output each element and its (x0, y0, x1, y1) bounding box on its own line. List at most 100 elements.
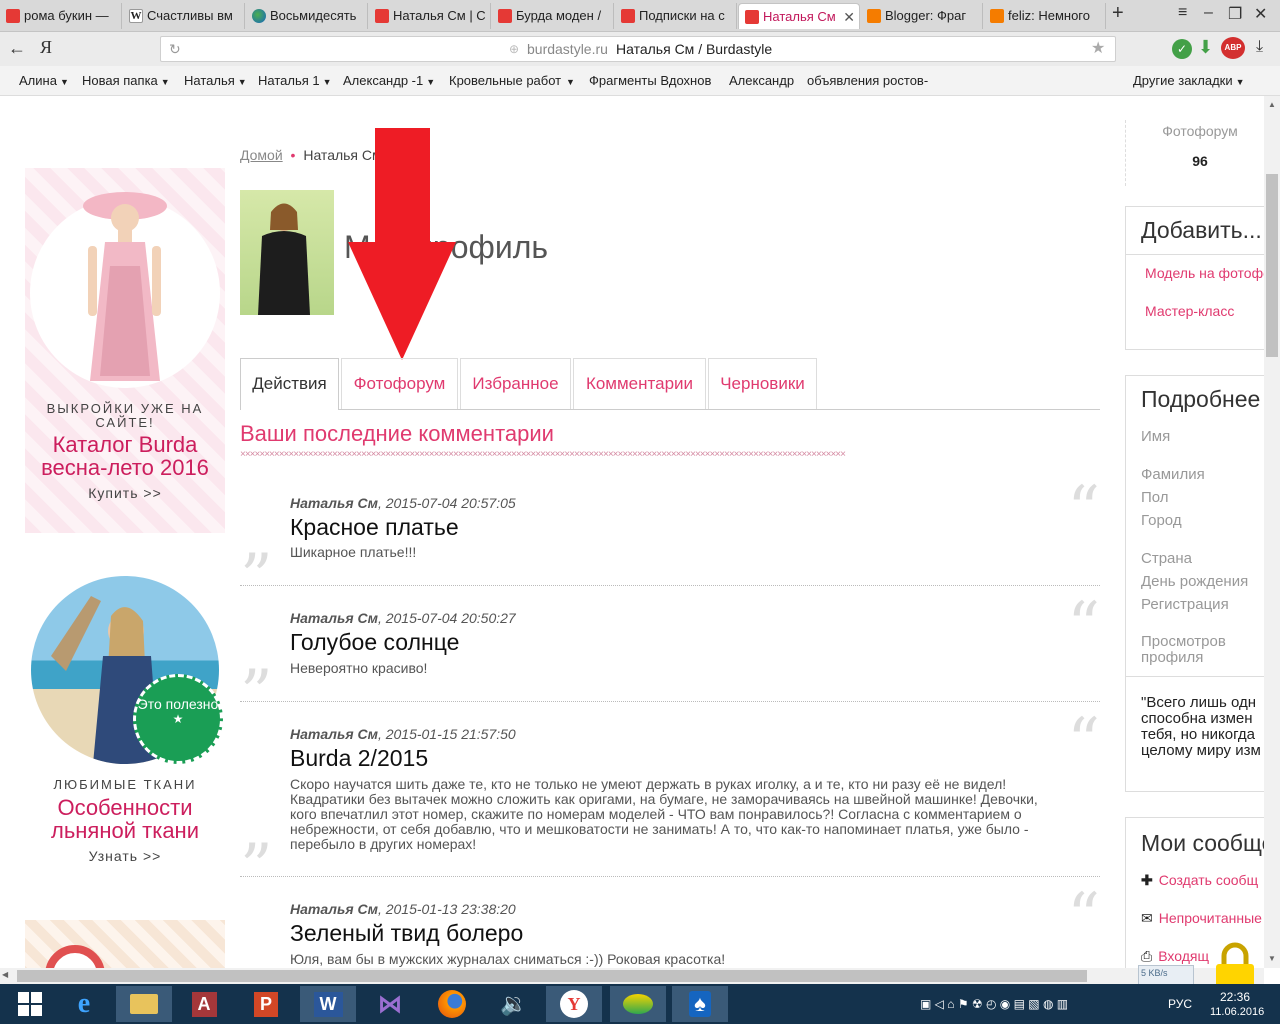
chevron-down-icon: ▼ (237, 77, 247, 87)
catalog-ad[interactable]: ВЫКРОЙКИ УЖЕ НА САЙТЕ! Каталог Burda вес… (25, 168, 225, 533)
avatar-photo (258, 203, 310, 315)
ad-title[interactable]: Каталог Burda весна-лето 2016 (25, 433, 225, 479)
visual-studio-icon[interactable]: ⋈ (362, 986, 418, 1022)
windows-start-icon[interactable] (2, 986, 58, 1022)
browser-tab[interactable]: Восьмидесять (246, 3, 368, 29)
ad-cta[interactable]: Узнать >> (25, 848, 225, 864)
quote-open-icon: “ (1067, 705, 1100, 779)
comment-title[interactable]: Голубое солнце (290, 629, 459, 656)
reload-icon[interactable]: ↻ (169, 37, 181, 61)
clock-time[interactable]: 22:36 (1220, 990, 1250, 1004)
menu-icon[interactable]: ≡ (1178, 4, 1187, 22)
language-indicator[interactable]: РУС (1168, 997, 1192, 1011)
adblock-icon[interactable]: ABP (1221, 37, 1245, 59)
tab-drafts[interactable]: Черновики (708, 358, 817, 410)
bookmark-link[interactable]: Фрагменты Вдохнов (589, 73, 715, 88)
clock-date[interactable]: 11.06.2016 (1210, 1006, 1264, 1018)
firefox-icon[interactable] (424, 986, 480, 1022)
scroll-up-icon[interactable]: ▲ (1268, 100, 1276, 109)
useful-badge: Это полезно ★ (133, 674, 223, 764)
model-in-hat-image (83, 192, 167, 381)
comment-text: Юля, вам бы в мужских журналах сниматься… (290, 951, 726, 967)
access-icon[interactable]: A (176, 986, 232, 1022)
yandex-logo-icon[interactable]: Я (40, 37, 52, 58)
comment-title[interactable]: Зеленый твид болеро (290, 920, 523, 947)
restore-icon[interactable]: ❐ (1228, 4, 1242, 24)
download-manager-icon[interactable]: ⤓ (1256, 38, 1263, 56)
profile-quote: "Всего лишь одн способна измен тебя, но … (1141, 695, 1261, 759)
comment-item: “ Наталья См, 2015-01-13 23:38:20 Зелены… (240, 877, 1100, 968)
file-explorer-icon[interactable] (116, 986, 172, 1022)
yandex-browser-icon[interactable]: Y (546, 986, 602, 1022)
bookmark-folder[interactable]: Новая папка ▼ (82, 73, 170, 88)
avatar[interactable] (240, 190, 334, 315)
unread-messages-link[interactable]: ✉ Непрочитанные (1141, 910, 1262, 927)
horizontal-scrollbar[interactable]: ◀ (0, 968, 1264, 984)
yandex-favicon-icon (6, 9, 20, 23)
comment-title[interactable]: Burda 2/2015 (290, 745, 428, 772)
ad-cta[interactable]: Купить >> (25, 485, 225, 501)
scroll-left-icon[interactable]: ◀ (2, 970, 8, 979)
bookmark-folder[interactable]: Алина ▼ (19, 73, 69, 88)
third-ad[interactable] (25, 920, 225, 968)
quote-open-icon: “ (1067, 589, 1100, 663)
powerpoint-icon[interactable]: P (238, 986, 294, 1022)
tab-favorites[interactable]: Избранное (460, 358, 571, 410)
burda-favicon-icon (375, 9, 389, 23)
close-window-icon[interactable]: ✕ (1254, 4, 1267, 24)
address-bar[interactable]: ↻ ⊕ burdastyle.ru Наталья См / Burdastyl… (160, 36, 1116, 62)
app-icon[interactable] (610, 986, 666, 1022)
add-photo-model-link[interactable]: Модель на фотофо (1126, 265, 1264, 281)
comment-item: “ Наталья См, 2015-01-15 21:57:50 Burda … (240, 702, 1100, 900)
bookmark-folder[interactable]: Наталья ▼ (184, 73, 247, 88)
bookmark-folder[interactable]: Кровельные работ ▼ (449, 73, 577, 88)
plus-icon: ✚ (1141, 872, 1153, 888)
inbox-link[interactable]: ⎙ Входящ (1141, 948, 1209, 965)
browser-tab[interactable]: Наталья См | С (369, 3, 491, 29)
bookmark-folder[interactable]: Александр -1 ▼ (343, 73, 435, 88)
tab-photoforum[interactable]: Фотофорум (341, 358, 458, 410)
browser-tab[interactable]: feliz: Немного (984, 3, 1106, 29)
breadcrumb-home[interactable]: Домой (240, 147, 283, 163)
add-masterclass-link[interactable]: Мастер-класс (1126, 303, 1264, 319)
tabs-divider (338, 409, 1100, 410)
comment-text: Скоро научатся шить даже те, кто не толь… (290, 776, 1038, 852)
tray-icons[interactable]: ▣ ◁ ⌂ ⚑ ☢ ◴ ◉ ▤ ▧ ◍ ▥ (920, 997, 1068, 1011)
close-tab-icon[interactable]: ✕ (843, 4, 855, 29)
chevron-down-icon: ▼ (566, 77, 575, 87)
tab-comments[interactable]: Комментарии (573, 358, 706, 410)
word-icon[interactable]: W (300, 986, 356, 1022)
windows-taskbar: e A P W ⋈ 🔉 Y ♠ ▣ ◁ ⌂ ⚑ ☢ ◴ ◉ ▤ ▧ ◍ ▥ РУ… (0, 984, 1280, 1024)
bookmark-star-icon[interactable]: ★ (1091, 37, 1105, 61)
browser-tab[interactable]: W Счастливы вм (123, 3, 245, 29)
internet-explorer-icon[interactable]: e (56, 986, 112, 1022)
bookmark-folder[interactable]: Наталья 1 ▼ (258, 73, 332, 88)
new-tab-button[interactable]: + (1112, 2, 1124, 25)
horizontal-scroll-thumb[interactable] (17, 970, 1087, 982)
browser-tab[interactable]: Blogger: Фраг (861, 3, 983, 29)
comment-title[interactable]: Красное платье (290, 514, 459, 541)
create-message-link[interactable]: ✚ Создать сообщ (1141, 872, 1258, 889)
scroll-down-icon[interactable]: ▼ (1268, 954, 1276, 963)
minimize-icon[interactable]: ‒ (1204, 4, 1213, 22)
back-arrow-icon[interactable]: ← (8, 38, 26, 59)
fabrics-ad[interactable]: Это полезно ★ ЛЮБИМЫЕ ТКАНИ Особенности … (25, 574, 225, 874)
browser-tab[interactable]: рома букин — (0, 3, 122, 29)
audio-player-icon[interactable]: 🔉 (486, 986, 542, 1022)
vertical-scroll-thumb[interactable] (1266, 174, 1278, 357)
bookmark-link[interactable]: Александр (729, 73, 794, 88)
field-gender: Пол (1141, 489, 1169, 506)
photoforum-stat[interactable]: Фотофорум 96 (1125, 120, 1264, 186)
shield-check-icon[interactable]: ✓ (1172, 39, 1192, 59)
vertical-scrollbar[interactable]: ▲ ▼ (1264, 96, 1280, 968)
tab-actions[interactable]: Действия (240, 358, 339, 410)
globe-favicon-icon (252, 9, 266, 23)
bookmark-link[interactable]: объявления ростов- (807, 73, 931, 88)
other-bookmarks[interactable]: Другие закладки ▼ (1133, 73, 1245, 88)
browser-tab[interactable]: Бурда моден / (492, 3, 614, 29)
ad-title[interactable]: Особенности льняной ткани (35, 796, 215, 842)
spades-app-icon[interactable]: ♠ (672, 986, 728, 1022)
browser-tab[interactable]: Подписки на с (615, 3, 737, 29)
browser-tab-active[interactable]: Наталья См ✕ (738, 3, 860, 29)
download-icon[interactable]: ⬇ (1198, 37, 1213, 58)
